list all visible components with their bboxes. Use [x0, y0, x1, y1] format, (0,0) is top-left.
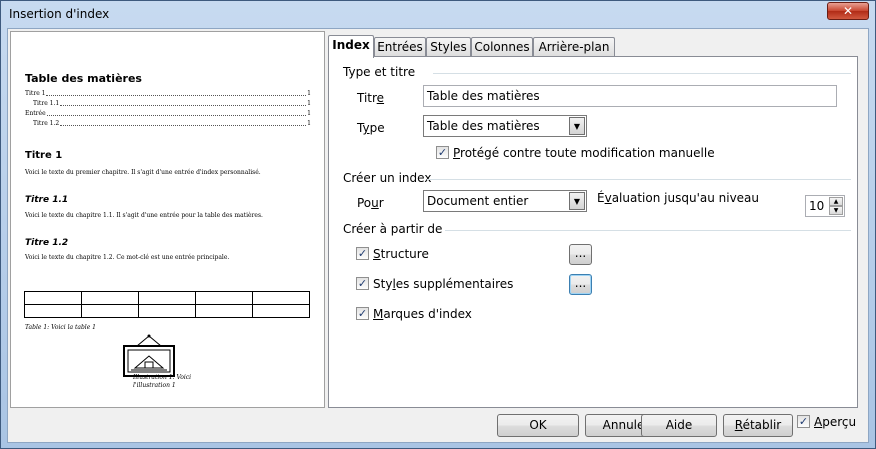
preview-toc-entry: Entrée 1 — [25, 110, 311, 117]
protege-checkbox[interactable]: ✓ — [436, 146, 449, 159]
marques-label[interactable]: Marques d'index — [373, 307, 472, 321]
window-title: Insertion d'index — [9, 7, 110, 21]
preview-heading-1-1: Titre 1.1 — [25, 195, 69, 205]
preview-illustration-caption: Illustration 1: Voici — [133, 374, 192, 381]
close-button[interactable]: ✕ — [827, 2, 869, 20]
preview-paragraph: Voici le texte du chapitre 1.2. Ce mot-c… — [25, 254, 230, 261]
dialog-client-area: Table des matières Titre 11 Titre 1.1 1 E… — [7, 28, 869, 443]
ok-button[interactable]: OK — [497, 414, 579, 437]
section-type-titre: Type et titre — [343, 65, 416, 79]
section-creer-a-partir: Créer à partir de — [343, 222, 443, 236]
evaluation-label: Évaluation jusqu'au niveau — [597, 191, 760, 205]
apercu-label[interactable]: Aperçu — [814, 415, 856, 429]
structure-checkbox[interactable]: ✓ — [356, 247, 369, 260]
preview-paragraph: Voici le texte du chapitre 1.1. Il s'agi… — [25, 212, 263, 219]
spin-down-icon[interactable]: ▼ — [829, 206, 843, 215]
tab-colonnes[interactable]: Colonnes — [471, 37, 533, 57]
separator — [427, 179, 851, 180]
preview-table — [24, 291, 310, 318]
title-bar[interactable]: Insertion d'index ✕ — [1, 1, 875, 27]
preview-paragraph: Voici le texte du premier chapitre. Il s… — [25, 169, 261, 176]
structure-browse-button[interactable]: ... — [569, 244, 592, 265]
section-creer-index: Créer un index — [343, 171, 432, 185]
retablir-button[interactable]: Rétablir — [723, 414, 793, 437]
marques-checkbox[interactable]: ✓ — [356, 307, 369, 320]
type-dropdown-value: Table des matières — [427, 119, 540, 133]
spinner-buttons: ▲ ▼ — [829, 197, 843, 215]
close-icon: ✕ — [842, 4, 854, 18]
pour-dropdown-value: Document entier — [427, 194, 529, 208]
pour-dropdown[interactable]: Document entier ▼ — [423, 190, 587, 212]
preview-toc-entry: Titre 1.2 1 — [33, 120, 311, 127]
preview-toc-entry: Titre 11 — [25, 90, 311, 97]
preview-table-caption: Table 1: Voici la table 1 — [25, 324, 97, 331]
styles-label[interactable]: Styles supplémentaires — [373, 277, 513, 291]
dialog-window: Insertion d'index ✕ Table des matières T… — [0, 0, 876, 449]
preview-toc-title: Table des matières — [25, 72, 142, 85]
preview-illustration-caption: l'illustration 1 — [133, 382, 176, 389]
type-dropdown[interactable]: Table des matières ▼ — [423, 115, 587, 137]
chevron-down-icon[interactable]: ▼ — [569, 117, 585, 135]
type-label: Type — [357, 121, 385, 135]
tab-styles[interactable]: Styles — [426, 37, 471, 57]
pour-label: Pour — [357, 196, 384, 210]
aide-button[interactable]: Aide — [641, 414, 717, 437]
separator — [445, 230, 851, 231]
preview-toc-entry: Titre 1.1 1 — [33, 100, 311, 107]
spin-up-icon[interactable]: ▲ — [829, 197, 843, 206]
titre-label: Titre — [357, 91, 385, 105]
styles-checkbox[interactable]: ✓ — [356, 277, 369, 290]
apercu-checkbox[interactable]: ✓ — [797, 415, 810, 428]
tab-entrees[interactable]: Entrées — [374, 37, 426, 57]
niveau-spinner[interactable]: 10 ▲ ▼ — [805, 195, 845, 217]
separator — [433, 73, 851, 74]
preview-heading-1: Titre 1 — [25, 150, 63, 161]
titre-input[interactable]: Table des matières — [423, 85, 837, 107]
styles-browse-button[interactable]: ... — [569, 274, 592, 295]
structure-label[interactable]: Structure — [373, 247, 429, 261]
tab-arriere-plan[interactable]: Arrière-plan — [533, 37, 615, 57]
chevron-down-icon[interactable]: ▼ — [569, 192, 585, 210]
protege-label[interactable]: Protégé contre toute modification manuel… — [453, 146, 715, 160]
preview-pane: Table des matières Titre 11 Titre 1.1 1 E… — [10, 31, 325, 408]
picture-frame-icon — [123, 334, 175, 377]
niveau-value: 10 — [809, 199, 825, 213]
tab-panel-index: Type et titre Titre Table des matières T… — [328, 56, 858, 408]
tab-index[interactable]: Index — [328, 35, 374, 58]
preview-heading-1-2: Titre 1.2 — [25, 238, 69, 248]
